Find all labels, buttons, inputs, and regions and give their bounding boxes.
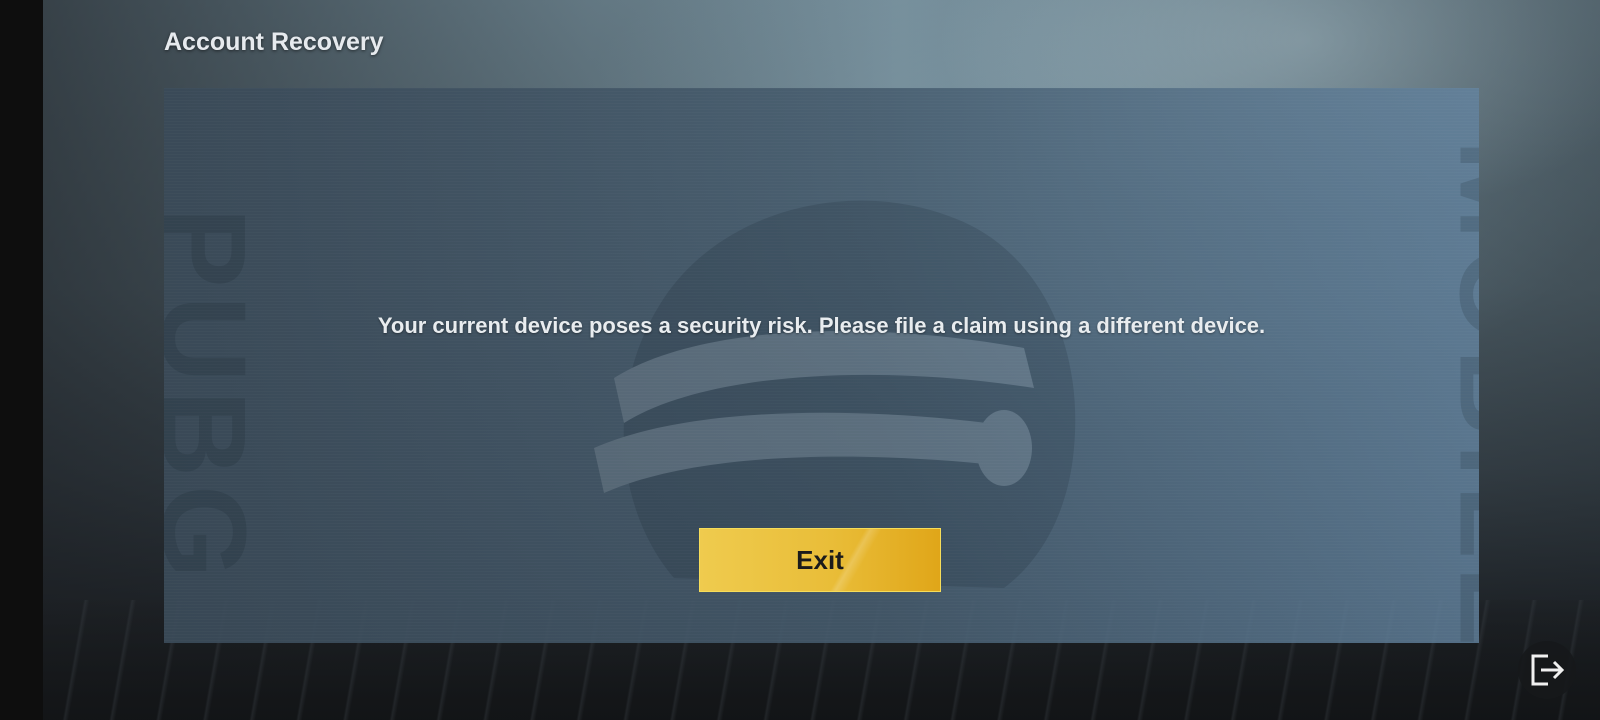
logout-button[interactable] bbox=[1518, 641, 1576, 699]
exit-button[interactable]: Exit bbox=[699, 528, 941, 592]
security-risk-message: Your current device poses a security ris… bbox=[377, 313, 1266, 338]
page-title: Account Recovery bbox=[164, 28, 384, 56]
exit-button-label: Exit bbox=[796, 544, 844, 575]
logout-icon bbox=[1531, 654, 1565, 686]
recovery-panel: PUBG MOBILE Your current device poses a … bbox=[164, 88, 1479, 643]
watermark-right: MOBILE bbox=[1434, 139, 1479, 643]
watermark-left: PUBG bbox=[164, 207, 271, 587]
left-black-bar bbox=[0, 0, 43, 720]
